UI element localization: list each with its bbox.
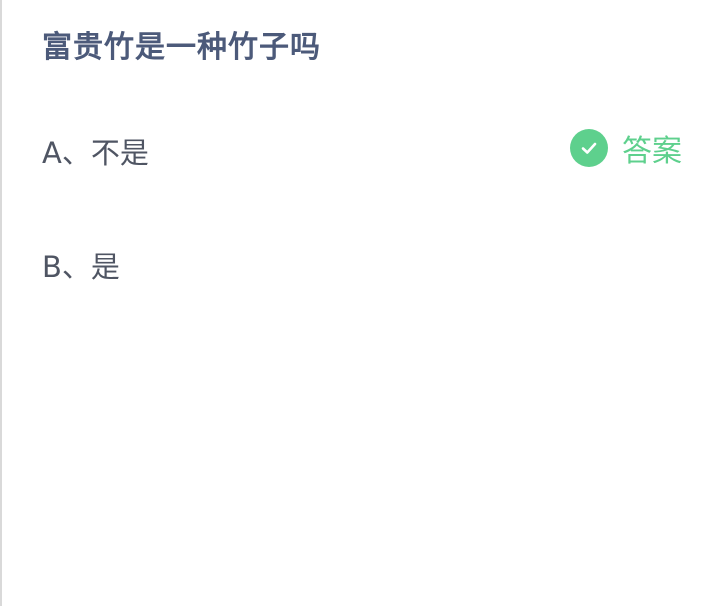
question-title: 富贵竹是一种竹子吗 [42, 30, 321, 65]
left-border [0, 0, 2, 606]
option-b[interactable]: B、是 [42, 244, 120, 286]
answer-indicator: 答案 [570, 129, 682, 169]
check-circle-icon [570, 129, 608, 167]
answer-label: 答案 [622, 134, 682, 169]
option-a[interactable]: A、不是 [42, 130, 149, 172]
